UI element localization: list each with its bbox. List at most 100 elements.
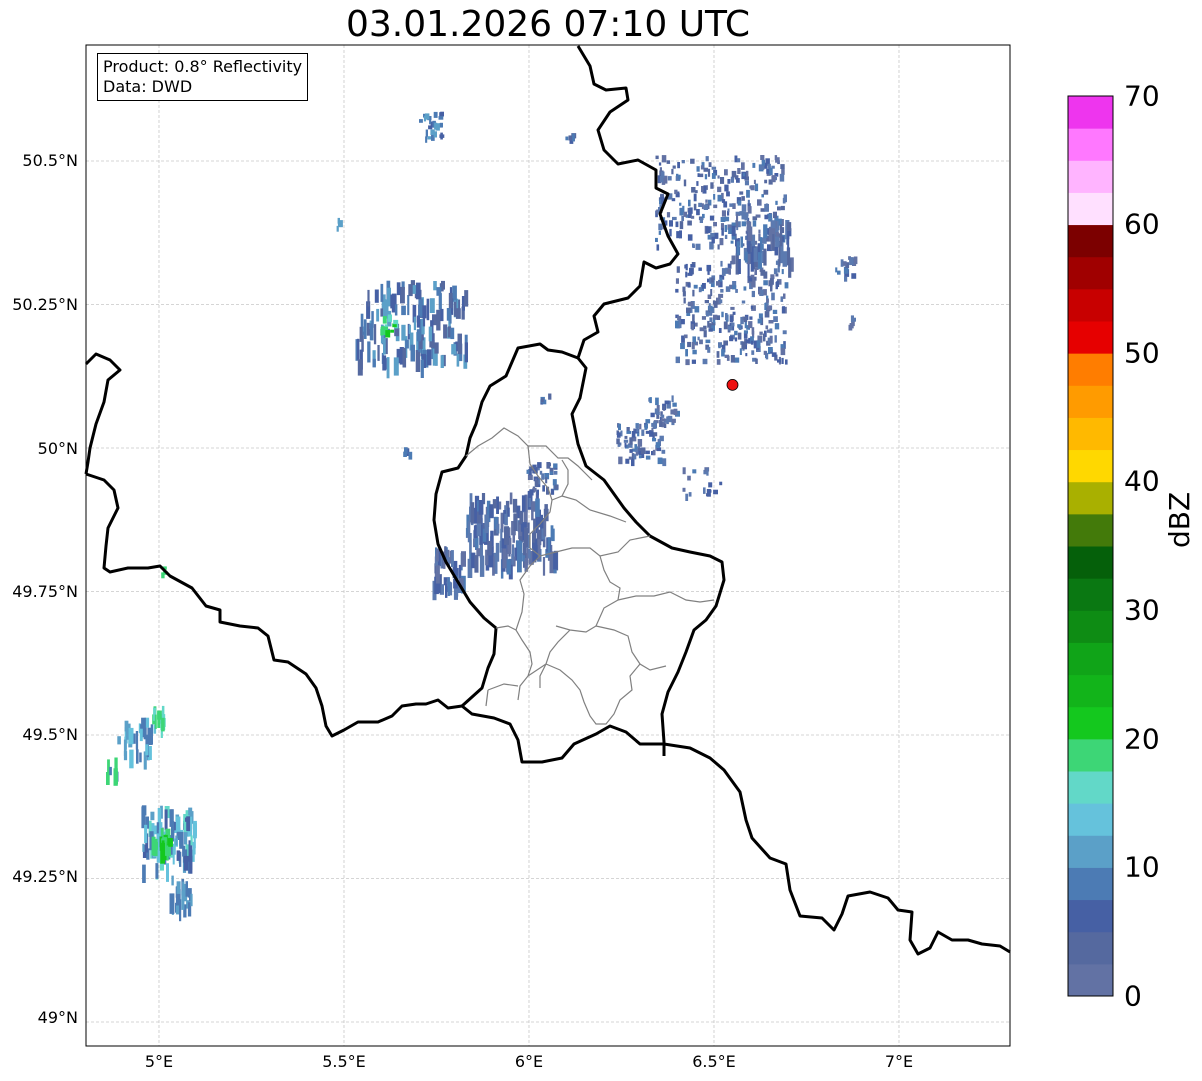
echo-pixel — [751, 290, 755, 298]
echo-pixel — [851, 273, 857, 279]
echo-pixel — [670, 409, 675, 415]
echo-pixel — [637, 432, 640, 437]
echo-pixel — [451, 344, 457, 355]
echo-pixel — [684, 264, 688, 269]
echo-pixel — [707, 320, 710, 328]
echo-pixel — [136, 749, 139, 764]
echo-pixel — [669, 228, 672, 237]
echo-pixel — [730, 176, 734, 183]
echo-pixel — [660, 418, 666, 422]
echo-pixel — [780, 164, 785, 169]
echo-pixel — [741, 300, 746, 304]
echo-pixel — [661, 414, 665, 418]
echo-pixel — [731, 225, 736, 237]
echo-pixel — [641, 447, 646, 454]
echo-pixel — [682, 286, 686, 292]
echo-pixel — [336, 225, 339, 232]
echo-pixel — [476, 523, 482, 536]
echo-pixel — [720, 260, 723, 267]
echo-pixel — [773, 268, 778, 275]
echo-pixel — [572, 133, 575, 142]
lat-tick-label: 49.75°N — [12, 582, 78, 601]
echo-pixel — [181, 891, 185, 910]
echo-pixel — [757, 318, 762, 324]
echo-pixel — [502, 548, 507, 569]
colorbar-segment — [1068, 385, 1113, 418]
echo-pixel — [769, 335, 773, 343]
colorbar-segment — [1068, 96, 1113, 129]
echo-pixel — [658, 223, 663, 231]
echo-pixel — [763, 350, 767, 355]
echo-pixel — [541, 398, 544, 403]
echo-pixel — [553, 470, 558, 475]
echo-pixel — [736, 214, 739, 222]
echo-pixel — [171, 875, 174, 886]
echo-pixel — [723, 201, 728, 208]
echo-pixel — [645, 450, 650, 455]
echo-pixel — [708, 312, 713, 316]
echo-pixel — [380, 283, 384, 302]
echo-pixel — [763, 224, 768, 239]
echo-pixel — [721, 311, 724, 318]
echo-pixel — [734, 330, 738, 336]
echo-pixel — [713, 489, 718, 495]
border-germany-belgium — [570, 45, 726, 756]
echo-pixel — [565, 136, 569, 141]
echo-pixel — [141, 805, 147, 816]
echo-pixel — [644, 425, 648, 430]
colorbar-segment — [1068, 256, 1113, 290]
echo-pixel — [655, 397, 659, 406]
lon-tick-label: 5.5°E — [322, 1052, 366, 1071]
echo-pixel — [166, 863, 169, 882]
colorbar-segment — [1068, 417, 1113, 451]
echo-pixel — [736, 158, 741, 163]
echo-pixel — [171, 809, 174, 822]
echo-pixel — [713, 319, 716, 324]
echo-pixel — [435, 565, 440, 584]
echo-pixel — [777, 359, 781, 363]
echo-pixel — [757, 199, 762, 206]
border-belgium-france-2 — [85, 472, 463, 738]
echo-pixel — [675, 288, 679, 293]
echo-pixel — [768, 349, 771, 355]
echo-pixel — [484, 514, 489, 534]
echo-pixel — [443, 324, 448, 339]
echo-pixel — [705, 156, 709, 162]
echo-pixel — [754, 240, 758, 245]
echo-pixel — [142, 864, 146, 883]
echo-pixel — [691, 187, 696, 193]
echo-pixel — [641, 453, 645, 458]
echo-pixel — [760, 269, 766, 276]
echo-pixel — [673, 408, 678, 416]
echo-pixel — [663, 423, 667, 428]
echo-pixel — [785, 359, 788, 365]
echo-pixel — [719, 277, 723, 282]
echo-pixel — [699, 217, 703, 223]
echo-pixel — [696, 209, 700, 216]
echo-pixel — [384, 326, 389, 331]
echo-pixel — [683, 211, 688, 217]
echo-pixel — [780, 348, 786, 356]
echo-pixel — [749, 185, 754, 189]
echo-pixel — [679, 202, 682, 206]
echo-pixel — [637, 439, 643, 447]
echo-pixel — [504, 513, 508, 526]
echo-pixel — [475, 537, 479, 550]
lat-tick-label: 50.25°N — [12, 295, 78, 314]
echo-pixel — [698, 202, 702, 207]
echo-pixel — [687, 283, 691, 288]
echo-pixel — [373, 324, 377, 345]
echo-pixel — [150, 724, 153, 745]
product-label: Product: 0.8° Reflectivity — [103, 57, 303, 76]
echo-pixel — [387, 314, 392, 322]
echo-pixel — [760, 155, 765, 160]
echo-pixel — [724, 234, 728, 239]
echo-pixel — [448, 292, 453, 309]
echo-pixel — [742, 173, 745, 177]
echo-pixel — [849, 257, 854, 266]
echo-pixel — [717, 244, 720, 250]
data-source-label: Data: DWD — [103, 77, 193, 96]
echo-pixel — [549, 471, 553, 475]
echo-pixel — [767, 305, 773, 311]
echo-pixel — [169, 893, 175, 914]
